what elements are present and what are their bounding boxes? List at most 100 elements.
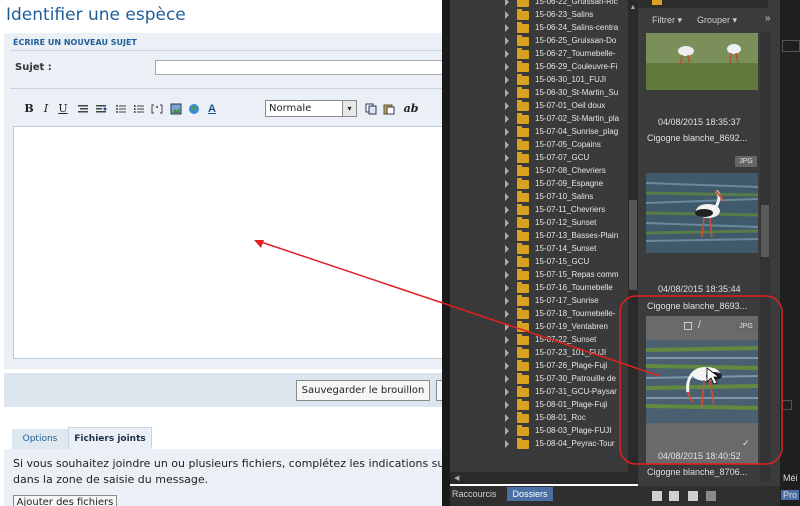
scroll-left-icon[interactable]: ◀	[454, 474, 459, 482]
expand-arrow-icon[interactable]	[505, 219, 509, 227]
expand-arrow-icon[interactable]	[505, 284, 509, 292]
expand-arrow-icon[interactable]	[505, 232, 509, 240]
message-editor[interactable]	[13, 126, 442, 359]
expand-arrow-icon[interactable]	[505, 11, 509, 19]
numbered-list-icon[interactable]	[132, 100, 146, 118]
spellcheck-button[interactable]: ab	[400, 100, 422, 118]
scrollbar-thumb[interactable]	[761, 205, 769, 257]
expand-arrow-icon[interactable]	[505, 63, 509, 71]
save-draft-button[interactable]: Sauvegarder le brouillon	[296, 380, 430, 401]
expand-arrow-icon[interactable]	[505, 375, 509, 383]
filter-dropdown[interactable]: Filtrer ▾	[652, 15, 682, 26]
expand-arrow-icon[interactable]	[505, 401, 509, 409]
folder-tree-item[interactable]: 15-08-04_Peyrac-Tour	[450, 438, 628, 450]
expand-arrow-icon[interactable]	[505, 141, 509, 149]
folder-tree-item[interactable]: 15-08-03_Plage-FUJI	[450, 425, 628, 437]
folder-tree-item[interactable]: 15-06-30_St-Martin_Su	[450, 87, 628, 99]
edit-pencil-icon[interactable]: /	[698, 320, 701, 331]
thumbnail-scrollbar[interactable]	[760, 32, 770, 482]
link-globe-icon[interactable]	[187, 100, 201, 118]
expand-arrow-icon[interactable]	[505, 388, 509, 396]
expand-arrow-icon[interactable]	[505, 206, 509, 214]
folder-tree-item[interactable]: 15-06-27_Tournebelle-	[450, 48, 628, 60]
expand-arrow-icon[interactable]	[505, 193, 509, 201]
folder-tree-item[interactable]: 15-07-16_Tournebelle	[450, 282, 628, 294]
folder-tree-item[interactable]: 15-07-11_Chevriers	[450, 204, 628, 216]
thumbnail-image[interactable]	[646, 33, 758, 90]
expand-arrow-icon[interactable]	[505, 258, 509, 266]
scroll-up-icon[interactable]: ▲	[629, 4, 637, 12]
font-size-select[interactable]: Normale ▾	[265, 100, 357, 117]
add-icon[interactable]	[782, 400, 792, 410]
expand-arrow-icon[interactable]	[505, 440, 509, 448]
expand-arrow-icon[interactable]	[505, 37, 509, 45]
folder-tree-item[interactable]: 15-07-05_Copains	[450, 139, 628, 151]
folder-tree-item[interactable]: 15-07-31_GCU-Paysar	[450, 386, 628, 398]
expand-arrow-icon[interactable]	[505, 362, 509, 370]
folder-tree-item[interactable]: 15-07-18_Tournebelle-	[450, 308, 628, 320]
folder-tree-item[interactable]: 15-07-22_Sunset	[450, 334, 628, 346]
collapse-icon[interactable]	[782, 40, 800, 52]
folder-tree-item[interactable]: 15-07-01_Oeil doux	[450, 100, 628, 112]
expand-arrow-icon[interactable]	[505, 414, 509, 422]
more-options-icon[interactable]: »	[765, 13, 771, 24]
folder-tree-item[interactable]: 15-08-01_Plage-Fuji	[450, 399, 628, 411]
tab-options[interactable]: Options	[12, 429, 68, 449]
metadata-tab[interactable]: Méi	[783, 473, 798, 483]
expand-arrow-icon[interactable]	[505, 0, 509, 6]
undo-icon[interactable]	[669, 491, 679, 501]
thumbnail-image[interactable]	[645, 173, 759, 253]
tab-shortcuts[interactable]: Raccourcis	[452, 489, 497, 499]
expand-arrow-icon[interactable]	[505, 24, 509, 32]
expand-arrow-icon[interactable]	[505, 128, 509, 136]
expand-arrow-icon[interactable]	[505, 427, 509, 435]
refresh-icon[interactable]	[688, 491, 698, 501]
add-files-button[interactable]: Ajouter des fichiers	[13, 495, 117, 506]
folder-tree-item[interactable]: 15-07-30_Patrouille de	[450, 373, 628, 385]
folder-tree-item[interactable]: 15-07-10_Salins	[450, 191, 628, 203]
copy-icon[interactable]	[364, 100, 378, 118]
folder-tree-hscrollbar[interactable]	[450, 472, 638, 484]
bold-button[interactable]: B	[22, 100, 36, 118]
expand-arrow-icon[interactable]	[505, 76, 509, 84]
paste-icon[interactable]	[382, 100, 396, 118]
expand-arrow-icon[interactable]	[505, 245, 509, 253]
folder-tree-item[interactable]: 15-08-01_Roc	[450, 412, 628, 424]
folder-tree-item[interactable]: 15-07-04_Sunrise_plag	[450, 126, 628, 138]
bullet-list-icon[interactable]	[114, 100, 128, 118]
select-checkbox[interactable]	[684, 322, 692, 330]
folder-tree-item[interactable]: 15-06-25_Gruissan-Do	[450, 35, 628, 47]
expand-arrow-icon[interactable]	[505, 323, 509, 331]
expand-arrow-icon[interactable]	[505, 154, 509, 162]
list-item-icon[interactable]	[150, 100, 164, 118]
quote-icon[interactable]	[76, 100, 90, 118]
tab-folders[interactable]: Dossiers	[507, 487, 553, 501]
view-icon[interactable]	[706, 491, 716, 501]
folder-tree-item[interactable]: 15-07-15_GCU	[450, 256, 628, 268]
subject-input[interactable]	[155, 60, 442, 75]
folder-tree-item[interactable]: 15-07-23_101_FUJI	[450, 347, 628, 359]
folder-tree-item[interactable]: 15-07-15_Repas comm	[450, 269, 628, 281]
folder-tree-item[interactable]: 15-07-14_Sunset	[450, 243, 628, 255]
expand-arrow-icon[interactable]	[505, 349, 509, 357]
folder-tree-item[interactable]: 15-06-22_Gruissan-Ric	[450, 0, 628, 8]
folder-tree-item[interactable]: 15-07-02_St-Martin_pla	[450, 113, 628, 125]
chevron-down-icon[interactable]: ▾	[342, 101, 356, 116]
folder-tree-item[interactable]: 15-06-30_101_FUJI	[450, 74, 628, 86]
folder-tree-item[interactable]: 15-06-24_Salins-centra	[450, 22, 628, 34]
folder-tree-item[interactable]: 15-07-09_Espagne	[450, 178, 628, 190]
expand-arrow-icon[interactable]	[505, 336, 509, 344]
folder-tree-item[interactable]: 15-07-08_Chevriers	[450, 165, 628, 177]
underline-button[interactable]: U	[56, 100, 70, 118]
expand-arrow-icon[interactable]	[505, 271, 509, 279]
folder-tree-item[interactable]: 15-06-29_Couleuvre-Fi	[450, 61, 628, 73]
new-folder-icon[interactable]	[652, 491, 662, 501]
folder-tree-item[interactable]: 15-07-17_Sunrise	[450, 295, 628, 307]
italic-button[interactable]: I	[39, 100, 53, 118]
group-dropdown[interactable]: Grouper ▾	[697, 15, 737, 26]
expand-arrow-icon[interactable]	[505, 167, 509, 175]
folder-tree-item[interactable]: 15-06-23_Salins	[450, 9, 628, 21]
folder-tree-item[interactable]: 15-07-12_Sunset	[450, 217, 628, 229]
expand-arrow-icon[interactable]	[505, 297, 509, 305]
folder-tree-item[interactable]: 15-07-07_GCU	[450, 152, 628, 164]
